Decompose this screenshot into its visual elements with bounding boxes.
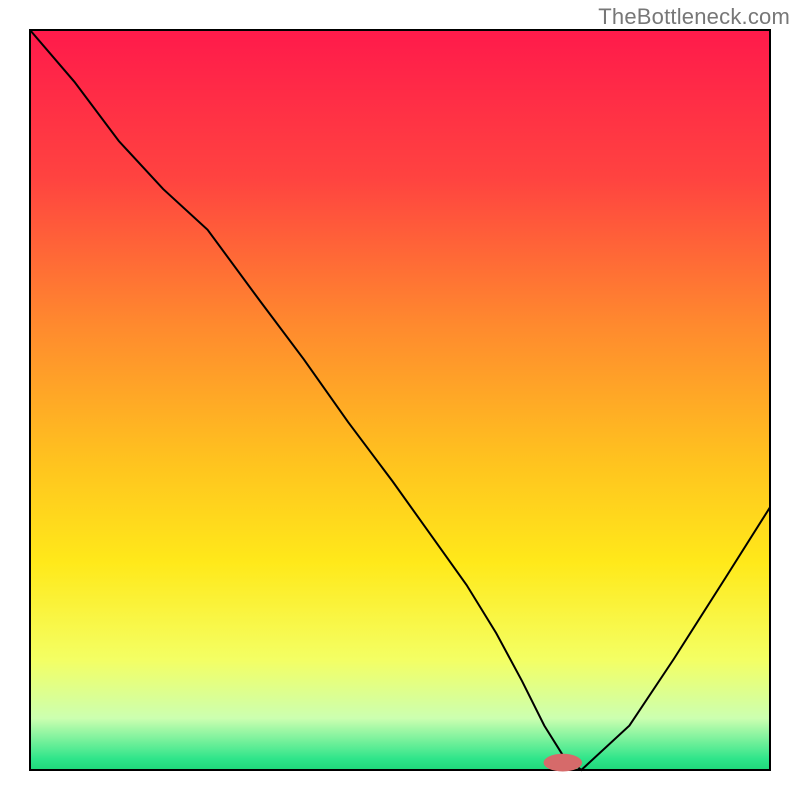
bottleneck-chart (0, 0, 800, 800)
chart-container: TheBottleneck.com (0, 0, 800, 800)
plot-background (30, 30, 770, 770)
optimum-marker (544, 754, 582, 772)
watermark-text: TheBottleneck.com (598, 4, 790, 30)
